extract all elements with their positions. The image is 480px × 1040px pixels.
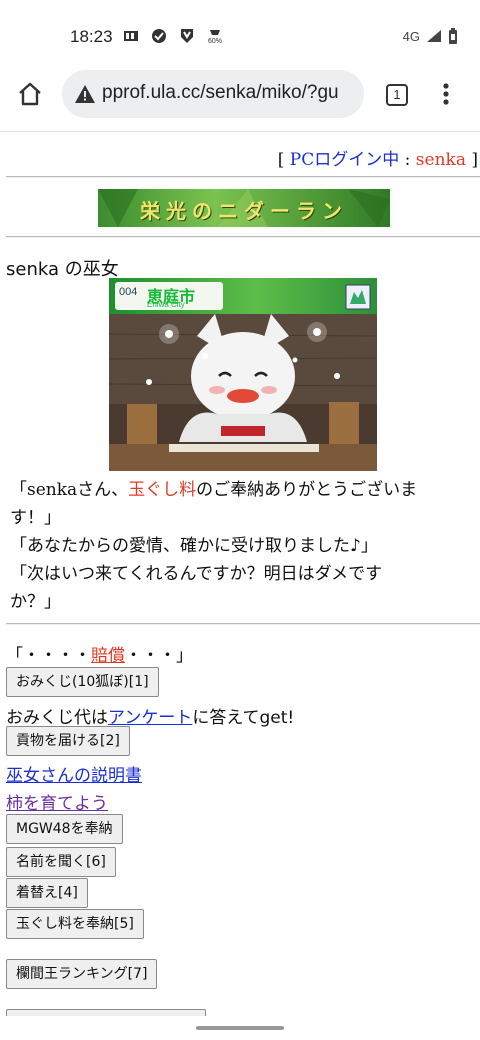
shrine-image: 004 恵庭市 Eniwa City xyxy=(109,278,377,471)
divider xyxy=(6,623,480,625)
check-circle-icon xyxy=(152,29,166,43)
fox-miko-illustration xyxy=(109,314,377,471)
status-bar: 18:23 60% 4G xyxy=(0,0,480,56)
status-icons-left: 60% xyxy=(122,28,224,44)
nav-handle[interactable] xyxy=(196,1026,284,1030)
svg-text:60%: 60% xyxy=(208,38,222,44)
sim-icon xyxy=(124,31,138,41)
banner[interactable]: 栄光のニダーラン xyxy=(98,189,390,227)
login-label: PCログイン中 xyxy=(289,150,400,170)
banner-text: 栄光のニダーラン xyxy=(140,199,348,223)
persimmon-link[interactable]: 柿を育てよう xyxy=(6,789,108,814)
mgw48-offer-button[interactable]: MGW48を奉納 xyxy=(6,814,123,844)
dialog-line-1: 「senkaさん、玉ぐし料のご奉納ありがとうございま す！」 xyxy=(10,480,418,528)
tamagushi-offer-button[interactable]: 玉ぐし料を奉納[5] xyxy=(6,909,144,939)
compensation-link[interactable]: 賠償 xyxy=(91,646,125,666)
status-icons-right: 4G xyxy=(403,28,458,44)
scene-header: 004 恵庭市 Eniwa City xyxy=(109,278,377,314)
map-icon xyxy=(345,284,371,310)
page-content: [ PCログイン中 : senka ] 栄光のニダーラン senka の巫女 0… xyxy=(0,133,480,1023)
shield-icon xyxy=(181,29,193,43)
city-number: 004 xyxy=(119,286,138,298)
url-text[interactable]: pprof.ula.cc/senka/miko/?gu xyxy=(102,82,358,104)
compensation-line: 「・・・・賠償・・・」 xyxy=(6,646,193,666)
network-type: 4G xyxy=(402,28,420,44)
offering-highlight: 玉ぐし料 xyxy=(128,480,197,500)
page-title: senka の巫女 xyxy=(6,259,119,280)
ranking-button[interactable]: 欄間王ランキング[7] xyxy=(6,959,158,989)
browser-toolbar: pprof.ula.cc/senka/miko/?gu 1 xyxy=(0,56,480,132)
tribute-button[interactable]: 貢物を届ける[2] xyxy=(6,726,130,756)
warning-icon[interactable] xyxy=(74,83,96,105)
dialog-line-3: 「次はいつ来てくれるんですか？明日はダメです か？」 xyxy=(10,564,383,612)
omikuji-button[interactable]: おみくじ(10狐ぼ)[1] xyxy=(6,667,159,697)
battery-icon xyxy=(449,28,457,44)
city-name-en: Eniwa City xyxy=(147,300,185,309)
change-clothes-button[interactable]: 着替え[4] xyxy=(6,878,88,908)
login-status: [ PCログイン中 : senka ] xyxy=(277,150,478,170)
ask-name-button[interactable]: 名前を聞く[6] xyxy=(6,847,116,877)
dialog-line-2: 「あなたからの愛情、確かに受け取りました♪」 xyxy=(10,536,378,556)
more-menu-icon[interactable] xyxy=(434,80,458,108)
login-user[interactable]: senka xyxy=(416,150,466,170)
omikuji-note: おみくじ代はアンケートに答えてget! xyxy=(6,708,295,728)
manual-link[interactable]: 巫女さんの説明書 xyxy=(6,761,142,786)
survey-link[interactable]: アンケート xyxy=(108,708,192,728)
address-bar[interactable]: pprof.ula.cc/senka/miko/?gu xyxy=(62,70,364,118)
status-time: 18:23 xyxy=(70,27,113,46)
tab-switcher-button[interactable]: 1 xyxy=(386,84,408,106)
scene-room xyxy=(109,314,377,471)
signal-icon xyxy=(427,30,441,42)
city-tag: 004 恵庭市 Eniwa City xyxy=(115,282,223,310)
home-icon[interactable] xyxy=(16,80,44,108)
divider xyxy=(6,176,480,178)
battery-saver-icon: 60% xyxy=(208,30,222,44)
divider xyxy=(6,236,480,238)
